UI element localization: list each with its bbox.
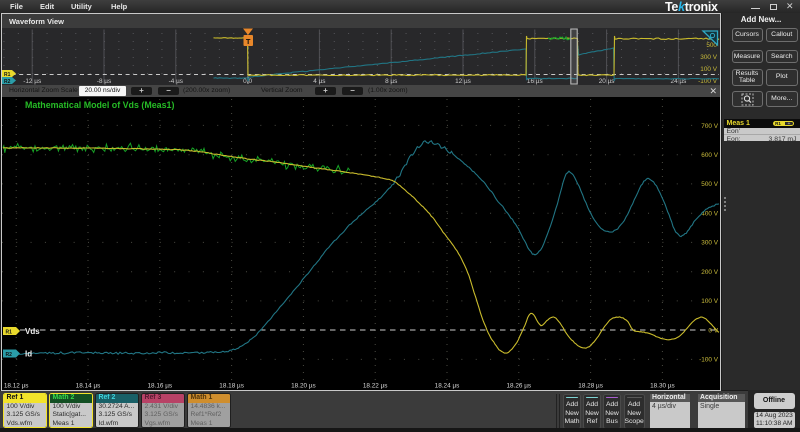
svg-text:18.12 µs: 18.12 µs — [4, 383, 29, 390]
svg-text:300 V: 300 V — [700, 54, 717, 61]
svg-text:-100 V: -100 V — [699, 357, 719, 364]
svg-text:R1: R1 — [4, 71, 11, 77]
svg-text:18.26 µs: 18.26 µs — [506, 383, 531, 390]
svg-text:T: T — [246, 37, 251, 46]
svg-text:R2: R2 — [4, 78, 11, 84]
svg-text:300 V: 300 V — [701, 240, 718, 247]
svg-text:700 V: 700 V — [701, 123, 718, 130]
svg-text:500 V: 500 V — [701, 181, 718, 188]
svg-text:R2: R2 — [6, 352, 13, 358]
svg-text:18.18 µs: 18.18 µs — [219, 383, 244, 390]
svg-text:18.20 µs: 18.20 µs — [291, 383, 316, 390]
svg-text:18.16 µs: 18.16 µs — [147, 383, 172, 390]
svg-text:-12 µs: -12 µs — [23, 78, 41, 85]
svg-text:4 µs: 4 µs — [313, 78, 325, 85]
svg-text:12 µs: 12 µs — [455, 78, 471, 85]
svg-text:-8 µs: -8 µs — [97, 78, 111, 85]
svg-text:18.30 µs: 18.30 µs — [650, 383, 675, 390]
svg-text:R1: R1 — [6, 330, 13, 336]
svg-text:18.24 µs: 18.24 µs — [435, 383, 460, 390]
svg-text:18.14 µs: 18.14 µs — [76, 383, 101, 390]
svg-text:18.22 µs: 18.22 µs — [363, 383, 388, 390]
svg-text:100 V: 100 V — [700, 66, 717, 73]
svg-text:Mathematical Model of Vds (Mea: Mathematical Model of Vds (Meas1) — [25, 100, 174, 110]
svg-text:20 µs: 20 µs — [599, 78, 615, 85]
svg-text:Vds: Vds — [25, 327, 40, 336]
svg-text:8 µs: 8 µs — [385, 78, 397, 85]
svg-text:-4 µs: -4 µs — [169, 78, 183, 85]
svg-text:Id: Id — [25, 350, 32, 359]
svg-text:18.28 µs: 18.28 µs — [578, 383, 603, 390]
svg-text:600 V: 600 V — [701, 152, 718, 159]
svg-text:200 V: 200 V — [701, 269, 718, 276]
svg-text:100 V: 100 V — [701, 298, 718, 305]
